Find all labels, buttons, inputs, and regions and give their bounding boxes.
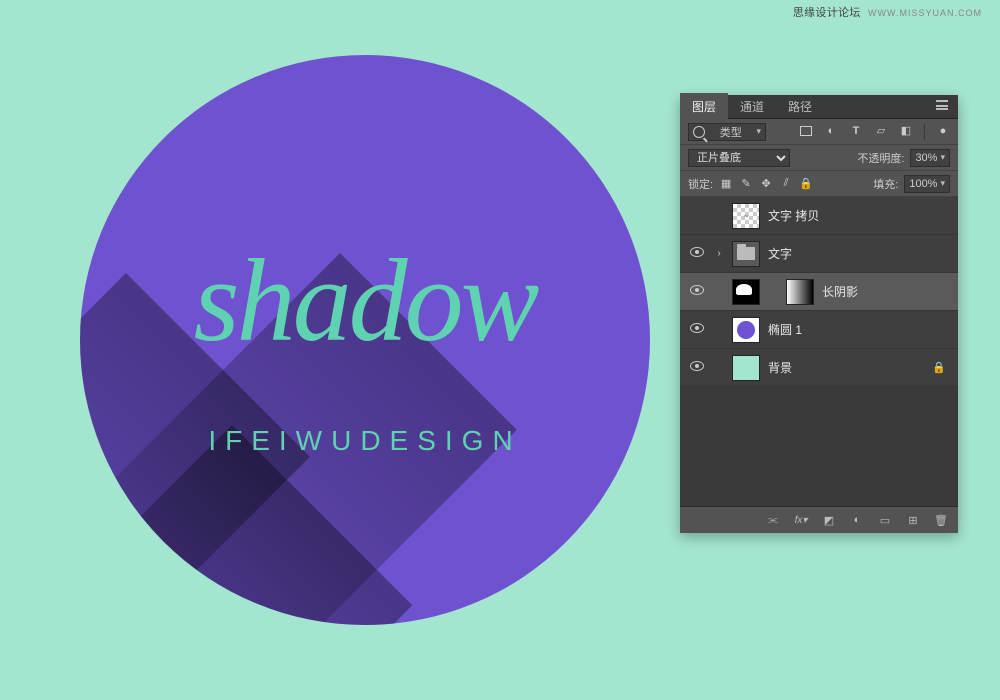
artwork-sub-text: IFEIWUDESIGN [80, 425, 650, 457]
visibility-toggle[interactable] [688, 361, 706, 374]
layer-thumb-gradient-mask [786, 279, 814, 305]
delete-layer-icon[interactable]: 🗑 [934, 513, 948, 527]
layer-name[interactable]: 背景 [768, 359, 924, 376]
fill-field[interactable]: 100% ▾ [904, 175, 950, 193]
filter-kind-label: 类型 [720, 124, 742, 140]
filter-row: 类型 ▾ ◐ T ▱ ◧ ● [680, 119, 958, 145]
panel-tabs: 图层 通道 路径 [680, 95, 958, 119]
filter-type-icon[interactable]: T [849, 124, 863, 138]
layer-list: ~ 文字 拷贝 › 文字 长阴影 椭圆 1 背景 [680, 197, 958, 387]
filter-kind-dropdown[interactable]: 类型 ▾ [688, 123, 766, 141]
filter-adjustment-icon[interactable]: ◐ [824, 124, 838, 138]
new-adjustment-icon[interactable]: ◐ [850, 513, 864, 527]
eye-icon [690, 247, 704, 257]
layer-thumb-ellipse [732, 317, 760, 343]
layer-row-ellipse[interactable]: 椭圆 1 [680, 311, 958, 349]
new-layer-icon[interactable]: ⊞ [906, 513, 920, 527]
lock-nesting-icon[interactable]: ⫽ [779, 177, 793, 191]
lock-icon: 🔒 [932, 361, 946, 374]
lock-label: 锁定: [688, 176, 713, 192]
opacity-label: 不透明度: [857, 150, 904, 166]
filter-smart-icon[interactable]: ◧ [899, 124, 913, 138]
watermark-url: WWW.MISSYUAN.COM [868, 8, 982, 18]
layer-row-long-shadow[interactable]: 长阴影 [680, 273, 958, 311]
eye-icon [690, 361, 704, 371]
visibility-toggle[interactable] [688, 323, 706, 336]
lock-all-icon[interactable]: 🔒 [799, 177, 813, 191]
tab-paths[interactable]: 路径 [776, 93, 824, 120]
artwork-main-text: shadow [80, 233, 650, 369]
tab-layers[interactable]: 图层 [680, 93, 728, 120]
watermark-text: 思缘设计论坛 [793, 7, 861, 19]
link-layers-icon[interactable]: ⫘ [766, 513, 780, 527]
eye-icon [690, 323, 704, 333]
expand-chevron[interactable]: › [714, 248, 724, 259]
layer-row-text-group[interactable]: › 文字 [680, 235, 958, 273]
visibility-toggle[interactable] [688, 247, 706, 260]
layer-name[interactable]: 椭圆 1 [768, 321, 950, 338]
filter-icon-row: ◐ T ▱ ◧ ● [799, 124, 950, 140]
eye-icon [690, 285, 704, 295]
layer-name[interactable]: 文字 拷贝 [768, 207, 950, 224]
watermark: 思缘设计论坛 WWW.MISSYUAN.COM [793, 4, 982, 20]
fill-value: 100% [909, 178, 937, 190]
blend-mode-select[interactable]: 正片叠底 [688, 149, 790, 167]
lock-transparency-icon[interactable]: ▦ [719, 177, 733, 191]
opacity-value: 30% [915, 152, 937, 164]
lock-paint-icon[interactable]: ✎ [739, 177, 753, 191]
lock-row: 锁定: ▦ ✎ ✥ ⫽ 🔒 填充: 100% ▾ [680, 171, 958, 197]
filter-separator [924, 124, 925, 140]
layer-list-empty-area[interactable] [680, 387, 958, 507]
filter-pixel-icon[interactable] [799, 124, 813, 138]
lock-position-icon[interactable]: ✥ [759, 177, 773, 191]
layers-panel: 图层 通道 路径 类型 ▾ ◐ T ▱ ◧ ● 正片叠底 不透明度: 30% ▾ [680, 95, 958, 533]
layer-name[interactable]: 长阴影 [822, 283, 950, 300]
layer-thumb-folder [732, 241, 760, 267]
opacity-field[interactable]: 30% ▾ [910, 149, 950, 167]
layer-thumb-text-copy: ~ [732, 203, 760, 229]
folder-icon [737, 247, 755, 260]
filter-toggle-icon[interactable]: ● [936, 124, 950, 138]
layer-name[interactable]: 文字 [768, 245, 950, 262]
layer-thumb-bg [732, 355, 760, 381]
layer-fx-icon[interactable]: fx▾ [794, 513, 808, 527]
tab-channels[interactable]: 通道 [728, 93, 776, 120]
layer-thumb-mask [732, 279, 760, 305]
panel-footer: ⫘ fx▾ ◩ ◐ ▭ ⊞ 🗑 [680, 507, 958, 533]
fill-label: 填充: [873, 176, 898, 192]
add-mask-icon[interactable]: ◩ [822, 513, 836, 527]
visibility-toggle[interactable] [688, 285, 706, 298]
layer-row-background[interactable]: 背景 🔒 [680, 349, 958, 387]
filter-shape-icon[interactable]: ▱ [874, 124, 888, 138]
search-icon [693, 126, 705, 138]
new-group-icon[interactable]: ▭ [878, 513, 892, 527]
blend-row: 正片叠底 不透明度: 30% ▾ [680, 145, 958, 171]
layer-row-text-copy[interactable]: ~ 文字 拷贝 [680, 197, 958, 235]
panel-menu-icon[interactable] [926, 100, 958, 113]
artwork-circle: shadow IFEIWUDESIGN [80, 55, 650, 625]
